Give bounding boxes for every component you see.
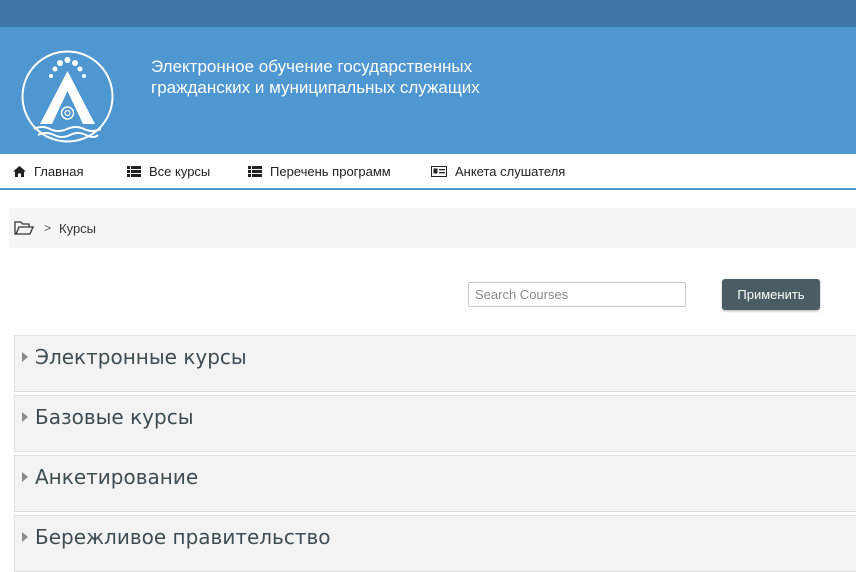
category-title[interactable]: Электронные курсы [35, 345, 247, 369]
category-title[interactable]: Бережливое правительство [35, 525, 331, 549]
caret-right-icon [22, 352, 28, 362]
top-bar [0, 0, 856, 27]
caret-right-icon [22, 472, 28, 482]
apply-button[interactable]: Применить [722, 279, 820, 310]
nav-item-program-list[interactable]: Перечень программ [248, 154, 391, 188]
nav-label-program-list: Перечень программ [270, 163, 391, 179]
nav-label-listener-survey: Анкета слушателя [455, 163, 566, 179]
main-navbar: Главная Все курсы Перечень программ Анке… [0, 154, 856, 190]
nav-item-home[interactable]: Главная [13, 154, 83, 188]
nav-item-all-courses[interactable]: Все курсы [127, 154, 210, 188]
breadcrumb: > Курсы [9, 208, 856, 248]
category-lean-government[interactable]: Бережливое правительство [14, 515, 856, 572]
search-courses-input[interactable] [468, 282, 686, 307]
folder-open-icon[interactable] [14, 221, 34, 235]
category-basic-courses[interactable]: Базовые курсы [14, 395, 856, 452]
category-surveys[interactable]: Анкетирование [14, 455, 856, 512]
category-electronic-courses[interactable]: Электронные курсы [14, 335, 856, 392]
nav-label-home: Главная [34, 163, 84, 179]
nav-item-listener-survey[interactable]: Анкета слушателя [431, 154, 565, 188]
list-icon [127, 165, 141, 177]
emblem-logo[interactable] [20, 49, 115, 144]
header-banner: Электронное обучение государственных гра… [0, 27, 856, 154]
id-card-icon [431, 165, 447, 177]
home-icon [13, 165, 26, 177]
caret-right-icon [22, 532, 28, 542]
nav-label-all-courses: Все курсы [149, 163, 211, 179]
site-title: Электронное обучение государственных гра… [151, 57, 480, 97]
category-title[interactable]: Базовые курсы [35, 405, 194, 429]
list-icon [248, 165, 262, 177]
breadcrumb-separator: > [44, 221, 52, 235]
caret-right-icon [22, 412, 28, 422]
category-title[interactable]: Анкетирование [35, 465, 198, 489]
breadcrumb-current[interactable]: Курсы [59, 221, 96, 236]
